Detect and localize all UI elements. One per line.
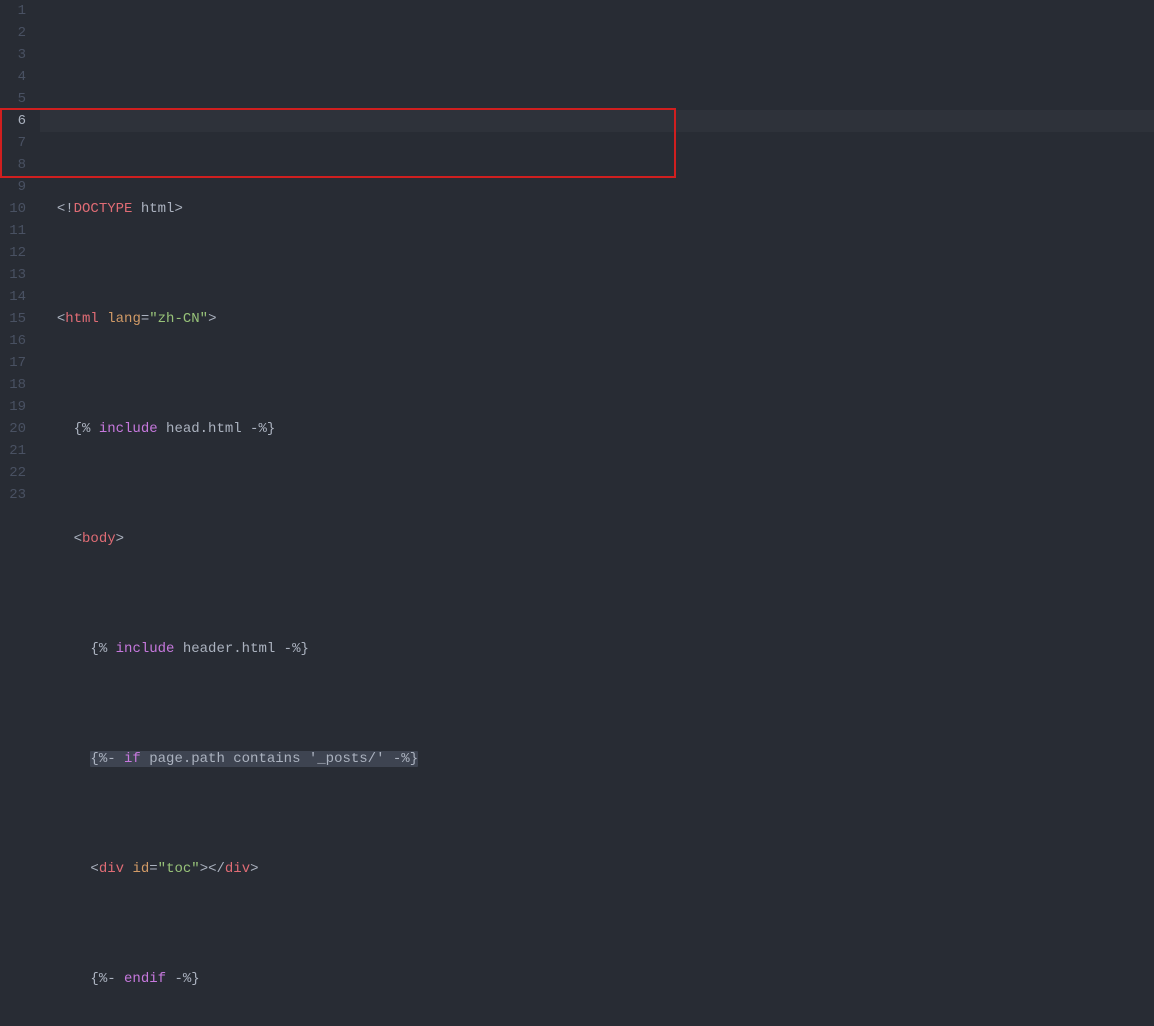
line-number: 11: [0, 220, 26, 242]
current-line-highlight: [40, 110, 1154, 132]
line-number: 22: [0, 462, 26, 484]
code-line[interactable]: <body>: [40, 528, 1154, 550]
code-line[interactable]: <html lang="zh-CN">: [40, 308, 1154, 330]
line-number: 8: [0, 154, 26, 176]
line-number: 12: [0, 242, 26, 264]
line-number: 17: [0, 352, 26, 374]
line-number: 20: [0, 418, 26, 440]
line-number: 2: [0, 22, 26, 44]
line-number: 18: [0, 374, 26, 396]
line-number: 7: [0, 132, 26, 154]
code-line[interactable]: {%- endif -%}: [40, 968, 1154, 990]
code-area[interactable]: <!DOCTYPE html> <html lang="zh-CN"> {% i…: [40, 0, 1154, 513]
code-line[interactable]: {% include header.html -%}: [40, 638, 1154, 660]
line-number: 10: [0, 198, 26, 220]
line-number: 5: [0, 88, 26, 110]
line-number: 15: [0, 308, 26, 330]
code-line[interactable]: {% include head.html -%}: [40, 418, 1154, 440]
line-number: 6: [0, 110, 26, 132]
line-number: 13: [0, 264, 26, 286]
code-line[interactable]: <div id="toc"></div>: [40, 858, 1154, 880]
line-number: 21: [0, 440, 26, 462]
line-number: 1: [0, 0, 26, 22]
line-number: 16: [0, 330, 26, 352]
selection: {%- if page.path contains '_posts/' -%}: [90, 751, 418, 767]
line-number-gutter: 1 2 3 4 5 6 7 8 9 10 11 12 13 14 15 16 1…: [0, 0, 40, 513]
line-number: 4: [0, 66, 26, 88]
line-number: 19: [0, 396, 26, 418]
code-line[interactable]: <!DOCTYPE html>: [40, 198, 1154, 220]
line-number: 14: [0, 286, 26, 308]
line-number: 3: [0, 44, 26, 66]
code-editor[interactable]: 1 2 3 4 5 6 7 8 9 10 11 12 13 14 15 16 1…: [0, 0, 1154, 513]
line-number: 23: [0, 484, 26, 506]
line-number: 9: [0, 176, 26, 198]
code-line[interactable]: {%- if page.path contains '_posts/' -%}: [40, 748, 1154, 770]
